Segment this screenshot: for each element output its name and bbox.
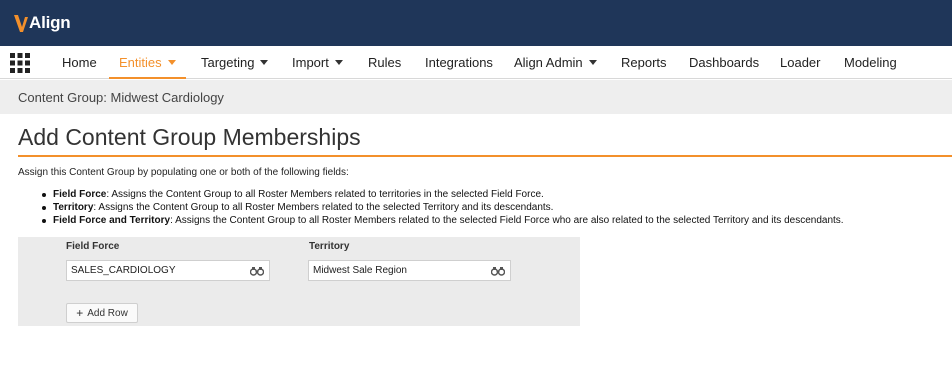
nav-item-reports[interactable]: Reports [621,46,667,79]
align-logo[interactable]: Align [14,12,71,34]
top-header-bar: Align [0,0,952,46]
caret-down-icon [260,60,269,66]
nav-item-align-admin[interactable]: Align Admin [514,46,597,79]
bullet-desc: : Assigns the Content Group to all Roste… [106,189,544,200]
bullet-term: Field Force [53,189,107,200]
logo-text: Align [29,13,71,32]
nav-item-rules[interactable]: Rules [368,46,401,79]
nav-item-import[interactable]: Import [292,46,343,79]
nav-item-integrations[interactable]: Integrations [425,46,493,79]
nav-item-loader[interactable]: Loader [780,46,820,79]
territory-label: Territory [309,241,350,252]
field-force-lookup-input[interactable]: SALES_CARDIOLOGY [66,260,270,281]
veeva-v-logo-icon [14,15,28,32]
binoculars-icon[interactable] [491,266,505,276]
caret-down-icon [167,60,176,66]
list-item: Field Force: Assigns the Content Group t… [42,188,844,201]
binoculars-icon[interactable] [250,266,264,276]
intro-text: Assign this Content Group by populating … [18,167,349,178]
plus-icon: + [76,306,84,320]
page-title: Add Content Group Memberships [18,124,361,150]
bullet-desc: : Assigns the Content Group to all Roste… [170,215,844,226]
add-row-label: Add Row [87,307,128,319]
list-item: Territory: Assigns the Content Group to … [42,201,844,214]
field-force-value: SALES_CARDIOLOGY [71,265,176,276]
nav-item-entities[interactable]: Entities [109,46,186,79]
nav-item-home[interactable]: Home [62,46,97,79]
main-nav-bar: Home Entities Targeting Import Rules Int… [0,46,952,79]
instruction-list: Field Force: Assigns the Content Group t… [42,188,844,227]
caret-down-icon [334,60,343,66]
territory-value: Midwest Sale Region [313,265,407,276]
nav-item-dashboards[interactable]: Dashboards [689,46,759,79]
breadcrumb: Content Group: Midwest Cardiology [0,80,952,114]
breadcrumb-text: Content Group: Midwest Cardiology [18,90,224,105]
list-item: Field Force and Territory: Assigns the C… [42,214,844,227]
title-divider [18,155,952,157]
territory-lookup-input[interactable]: Midwest Sale Region [308,260,511,281]
add-row-button[interactable]: + Add Row [66,303,138,323]
nav-item-modeling[interactable]: Modeling [844,46,897,79]
bullet-term: Territory [53,202,94,213]
bullet-term: Field Force and Territory [53,215,171,226]
bullet-desc: : Assigns the Content Group to all Roste… [93,202,554,213]
apps-grid-icon[interactable] [10,53,30,73]
membership-form-panel: Field Force Territory SALES_CARDIOLOGY M… [18,237,580,326]
nav-item-targeting[interactable]: Targeting [201,46,269,79]
field-force-label: Field Force [66,241,120,252]
caret-down-icon [588,60,597,66]
